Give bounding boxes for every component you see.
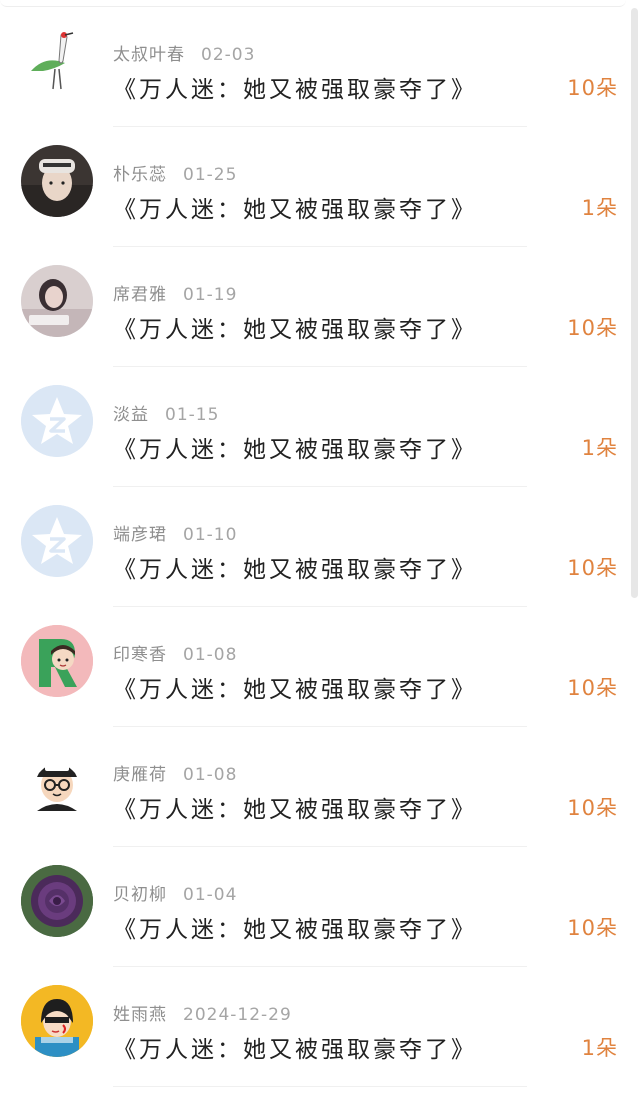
user-name: 贝初柳 xyxy=(113,885,167,905)
girl-photo-avatar-icon[interactable] xyxy=(21,265,93,337)
book-title[interactable]: 《万人迷：她又被强取豪夺了》 xyxy=(113,670,477,704)
book-title[interactable]: 《万人迷：她又被强取豪夺了》 xyxy=(113,910,477,944)
flower-count: 10朵 xyxy=(567,676,618,700)
list-item[interactable]: 端彦珺 01-10 《万人迷：她又被强取豪夺了》 10朵 xyxy=(0,486,640,607)
purple-rose-avatar-icon[interactable] xyxy=(21,865,93,937)
book-title[interactable]: 《万人迷：她又被强取豪夺了》 xyxy=(113,190,477,224)
list-item[interactable]: 印寒香 01-08 《万人迷：她又被强取豪夺了》 10朵 xyxy=(0,606,640,727)
flower-count: 10朵 xyxy=(567,556,618,580)
flower-count: 1朵 xyxy=(581,436,618,460)
cartoon-cap-avatar-icon[interactable] xyxy=(21,745,93,817)
user-name: 端彦珺 xyxy=(113,525,167,545)
date: 01-08 xyxy=(183,765,238,785)
list-item[interactable]: 贝初柳 01-04 《万人迷：她又被强取豪夺了》 10朵 xyxy=(0,846,640,967)
book-title[interactable]: 《万人迷：她又被强取豪夺了》 xyxy=(113,790,477,824)
date: 02-03 xyxy=(201,45,256,65)
book-title[interactable]: 《万人迷：她又被强取豪夺了》 xyxy=(113,1030,477,1064)
flower-count: 1朵 xyxy=(581,196,618,220)
meta: 席君雅 01-19 xyxy=(113,280,237,305)
user-name: 庚雁荷 xyxy=(113,765,167,785)
list-item[interactable]: 太叔叶春 02-03 《万人迷：她又被强取豪夺了》 10朵 xyxy=(0,6,640,127)
user-name: 席君雅 xyxy=(113,285,167,305)
list-item[interactable]: 朴乐蕊 01-25 《万人迷：她又被强取豪夺了》 1朵 xyxy=(0,126,640,247)
book-title[interactable]: 《万人迷：她又被强取豪夺了》 xyxy=(113,310,477,344)
meta: 太叔叶春 02-03 xyxy=(113,40,255,65)
crane-avatar-icon[interactable] xyxy=(21,25,93,97)
flower-count: 10朵 xyxy=(567,76,618,100)
meta: 淡益 01-15 xyxy=(113,400,219,425)
date: 01-08 xyxy=(183,645,238,665)
meta: 庚雁荷 01-08 xyxy=(113,760,237,785)
list-item[interactable]: 庚雁荷 01-08 《万人迷：她又被强取豪夺了》 10朵 xyxy=(0,726,640,847)
date: 01-25 xyxy=(183,165,238,185)
meta: 端彦珺 01-10 xyxy=(113,520,237,545)
person-beanie-avatar-icon[interactable] xyxy=(21,145,93,217)
meta: 姓雨燕 2024-12-29 xyxy=(113,1000,292,1025)
list-item[interactable]: 淡益 01-15 《万人迷：她又被强取豪夺了》 1朵 xyxy=(0,366,640,487)
flower-count: 1朵 xyxy=(581,1036,618,1060)
date: 01-19 xyxy=(183,285,238,305)
book-title[interactable]: 《万人迷：她又被强取豪夺了》 xyxy=(113,550,477,584)
flower-count: 10朵 xyxy=(567,916,618,940)
user-name: 淡益 xyxy=(113,405,149,425)
flower-count: 10朵 xyxy=(567,316,618,340)
meta: 朴乐蕊 01-25 xyxy=(113,160,237,185)
default-star-avatar-icon[interactable] xyxy=(21,385,93,457)
divider xyxy=(113,1086,527,1087)
list-item[interactable]: 席君雅 01-19 《万人迷：她又被强取豪夺了》 10朵 xyxy=(0,246,640,367)
date: 01-10 xyxy=(183,525,238,545)
list-item[interactable]: 姓雨燕 2024-12-29 《万人迷：她又被强取豪夺了》 1朵 xyxy=(0,966,640,1087)
meta: 贝初柳 01-04 xyxy=(113,880,237,905)
meta: 印寒香 01-08 xyxy=(113,640,237,665)
user-name: 朴乐蕊 xyxy=(113,165,167,185)
user-name: 姓雨燕 xyxy=(113,1005,167,1025)
flower-count: 10朵 xyxy=(567,796,618,820)
user-name: 太叔叶春 xyxy=(113,45,185,65)
letter-r-cartoon-avatar-icon[interactable] xyxy=(21,625,93,697)
book-title[interactable]: 《万人迷：她又被强取豪夺了》 xyxy=(113,430,477,464)
date: 2024-12-29 xyxy=(183,1005,292,1025)
book-title[interactable]: 《万人迷：她又被强取豪夺了》 xyxy=(113,70,477,104)
user-name: 印寒香 xyxy=(113,645,167,665)
date: 01-15 xyxy=(165,405,220,425)
cartoon-girl-yellow-avatar-icon[interactable] xyxy=(21,985,93,1057)
default-star-avatar-icon[interactable] xyxy=(21,505,93,577)
date: 01-04 xyxy=(183,885,238,905)
